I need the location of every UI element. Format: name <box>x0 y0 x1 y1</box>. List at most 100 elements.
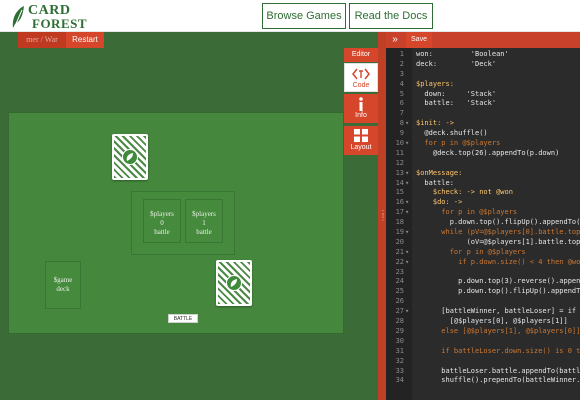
code-line[interactable]: 33 battleLoser.battle.appendTo(battleWin… <box>386 367 580 377</box>
code-line[interactable]: 1 won: 'Boolean' <box>386 50 580 60</box>
line-number: 30 <box>395 336 404 345</box>
fold-arrow-icon[interactable]: ▾ <box>405 139 411 149</box>
line-number: 19 <box>395 228 404 237</box>
code-line[interactable]: 9 @deck.shuffle() <box>386 129 580 139</box>
code-tab[interactable]: Code <box>344 63 378 92</box>
logo-line2: FOREST <box>32 16 88 31</box>
zone-label-line1: $players <box>192 210 216 218</box>
code-text: for p in @$players <box>416 208 518 217</box>
code-line[interactable]: 22▾ if p.down.size() < 4 then @won = tru… <box>386 258 580 268</box>
code-lines: 1 won: 'Boolean' 2 deck: 'Deck' 3 4 $players: 5… <box>386 50 580 386</box>
leaf-emblem-icon <box>226 275 242 291</box>
player-1-battle-zone[interactable]: $players 1 battle <box>185 199 223 243</box>
save-button[interactable]: Save <box>406 32 432 48</box>
game-tab[interactable]: mer / War <box>18 32 66 48</box>
code-line[interactable]: 20 (oV=@$players[1].battle.top().value) <box>386 238 580 248</box>
code-line[interactable]: 7 <box>386 109 580 119</box>
layout-tab[interactable]: Layout <box>344 126 378 155</box>
line-number: 20 <box>395 237 404 246</box>
code-line[interactable]: 31 if battleLoser.down.size() is 0 then … <box>386 347 580 357</box>
code-line[interactable]: 8 ▾ $init: -> <box>386 119 580 129</box>
code-line[interactable]: 19▾ while (pV=@$players[0].battle.top().… <box>386 228 580 238</box>
info-tab-label: Info <box>355 112 367 119</box>
line-number: 21 <box>395 247 404 256</box>
card-forest-logo[interactable]: CARD FOREST <box>10 4 87 30</box>
browse-games-button[interactable]: Browse Games <box>262 3 346 29</box>
game-deck-zone[interactable]: $game deck <box>45 261 81 309</box>
code-text: $do: -> <box>416 198 463 207</box>
code-line[interactable]: 18 p.down.top().flipUp().appendTo(p.batt… <box>386 218 580 228</box>
code-text: if p.down.size() < 4 then @won = true <box>458 257 580 266</box>
code-text: @deck.top(26).appendTo(p.down) <box>416 148 560 157</box>
code-line[interactable]: 27▾ [battleWinner, battleLoser] = if pV … <box>386 307 580 317</box>
fold-arrow-icon[interactable]: ▾ <box>405 307 411 317</box>
battle-button[interactable]: BATTLE <box>168 314 198 323</box>
code-line[interactable]: 2 deck: 'Deck' <box>386 60 580 70</box>
zone-label-line1: $game <box>53 276 73 284</box>
code-editor[interactable]: 1 won: 'Boolean' 2 deck: 'Deck' 3 4 $players: 5… <box>386 48 580 400</box>
restart-button[interactable]: Restart <box>66 32 104 48</box>
fold-arrow-icon[interactable]: ▾ <box>405 119 411 129</box>
code-line[interactable]: 28 [@$players[0], @$players[1]] <box>386 317 580 327</box>
fold-arrow-icon[interactable]: ▾ <box>405 179 411 189</box>
line-number: 29 <box>395 326 404 335</box>
line-number: 32 <box>395 356 404 365</box>
code-line[interactable]: 17 ▾ for p in @$players <box>386 208 580 218</box>
code-text: $check: -> not @won <box>416 188 513 197</box>
face-down-card[interactable] <box>112 134 148 180</box>
code-line[interactable]: 10 ▾ for p in @$players <box>386 139 580 149</box>
code-line[interactable]: 6 battle: 'Stack' <box>386 99 580 109</box>
line-number: 24 <box>395 277 404 286</box>
code-line[interactable]: 4 $players: <box>386 80 580 90</box>
code-line[interactable]: 24 p.down.top(3).reverse().appendTo(p.ba… <box>386 277 580 287</box>
code-line[interactable]: 32 <box>386 357 580 367</box>
read-docs-button[interactable]: Read the Docs <box>349 3 433 29</box>
zone-label-line2: deck <box>56 285 70 293</box>
code-line[interactable]: 29 else [@$players[1], @$players[0]] <box>386 327 580 337</box>
player-0-battle-zone[interactable]: $players 0 battle <box>143 199 181 243</box>
code-text: p.down.top().flipUp().appendTo(p.battle) <box>449 218 580 227</box>
code-line[interactable]: 16 ▾ $do: -> <box>386 198 580 208</box>
line-number: 23 <box>395 267 404 276</box>
line-number: 4 <box>399 79 404 88</box>
code-line[interactable]: 11 @deck.top(26).appendTo(p.down) <box>386 149 580 159</box>
code-line[interactable]: 25 p.down.top().flipUp().appendTo(p.batt… <box>386 287 580 297</box>
line-number: 14 <box>395 178 404 187</box>
code-text: @deck.shuffle() <box>416 129 488 138</box>
code-line[interactable]: 21 ▾ for p in @$players <box>386 248 580 258</box>
code-line[interactable]: 34 shuffle().prependTo(battleWinner.down… <box>386 376 580 386</box>
fold-arrow-icon[interactable]: ▾ <box>405 208 411 218</box>
code-text: $onMessage: <box>416 168 463 177</box>
code-line[interactable]: 12 <box>386 159 580 169</box>
site-header: CARD FOREST Browse Games Read the Docs <box>0 0 580 32</box>
code-text: if battleLoser.down.size() is 0 then @wo… <box>441 346 580 355</box>
fold-arrow-icon[interactable]: ▾ <box>405 228 411 238</box>
code-line[interactable]: 26 <box>386 297 580 307</box>
code-line[interactable]: 3 <box>386 70 580 80</box>
line-number: 13 <box>395 168 404 177</box>
zone-label-line2: 1 <box>202 219 206 227</box>
line-number: 16 <box>395 198 404 207</box>
code-text: p.down.top().flipUp().appendTo(p.battle) <box>458 287 580 296</box>
code-line[interactable]: 14 ▾ battle: <box>386 179 580 189</box>
code-line[interactable]: 5 down: 'Stack' <box>386 90 580 100</box>
fold-arrow-icon[interactable]: ▾ <box>405 248 411 258</box>
fold-arrow-icon[interactable]: ▾ <box>405 198 411 208</box>
fold-arrow-icon[interactable]: ▾ <box>405 169 411 179</box>
double-chevron-right-icon[interactable]: » <box>388 32 402 48</box>
line-number: 12 <box>395 158 404 167</box>
line-number: 5 <box>399 89 404 98</box>
code-line[interactable]: 15 $check: -> not @won <box>386 188 580 198</box>
drag-handle-icon[interactable]: ⋮ ⋮ <box>379 210 387 224</box>
info-tab[interactable]: Info <box>344 94 378 123</box>
zone-label-line3: battle <box>154 228 170 236</box>
code-line[interactable]: 30 <box>386 337 580 347</box>
editor-tag: Editor <box>344 48 378 62</box>
code-line[interactable]: 23 <box>386 268 580 278</box>
code-line[interactable]: 13 ▾ $onMessage: <box>386 169 580 179</box>
face-down-card[interactable] <box>216 260 252 306</box>
layout-grid-icon <box>344 126 378 144</box>
line-number: 7 <box>399 109 404 118</box>
line-number: 6 <box>399 99 404 108</box>
fold-arrow-icon[interactable]: ▾ <box>405 258 411 268</box>
